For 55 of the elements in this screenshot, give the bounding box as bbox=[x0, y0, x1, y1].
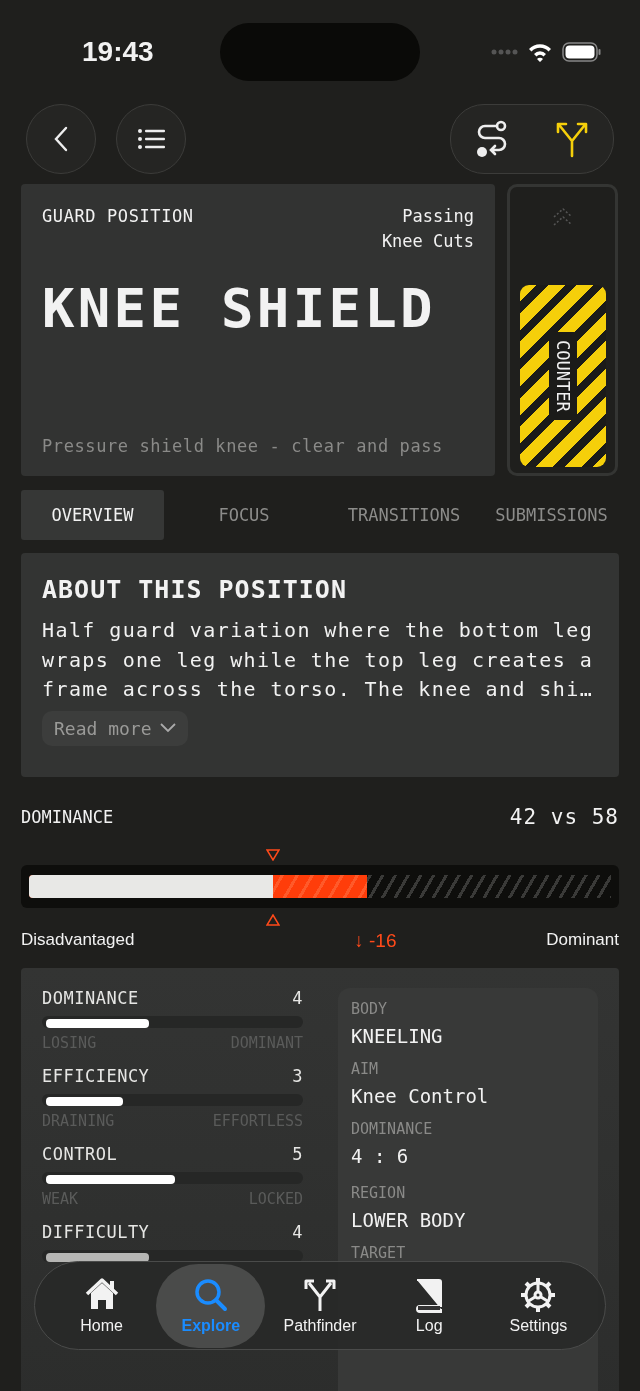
detail-label: REGION bbox=[351, 1184, 407, 1204]
tab-bar-item[interactable]: Settings bbox=[483, 1263, 593, 1348]
change-value: ↓ -16 bbox=[354, 930, 397, 952]
stat-label: DOMINANCE bbox=[42, 988, 139, 1010]
detail-label: BODY bbox=[351, 1000, 389, 1020]
position-title: KNEE SHIELD bbox=[42, 277, 437, 340]
position-subtitle: Pressure shield knee - clear and pass bbox=[42, 436, 444, 456]
list-icon bbox=[137, 128, 165, 150]
search-icon bbox=[192, 1276, 229, 1313]
marker-icon bbox=[266, 849, 281, 861]
battery-icon bbox=[562, 42, 602, 62]
branch-button[interactable] bbox=[555, 120, 589, 158]
detail-label: AIM bbox=[351, 1060, 380, 1080]
stat-label: CONTROL bbox=[42, 1144, 118, 1166]
stat-value: 4 bbox=[292, 1222, 303, 1244]
detail-value: 4 : 6 bbox=[351, 1145, 410, 1169]
section-title: ABOUT THIS POSITION bbox=[42, 575, 348, 604]
read-more-button[interactable]: Read more bbox=[42, 710, 188, 746]
tab-bar-item[interactable]: Home bbox=[47, 1263, 157, 1348]
detail-label: TARGET bbox=[351, 1244, 407, 1264]
dominance-score: 42 vs 58 bbox=[509, 805, 619, 829]
chevron-down-icon bbox=[159, 723, 176, 733]
detail-value: LOWER BODY bbox=[351, 1209, 467, 1233]
tab-bar-item[interactable]: Log bbox=[374, 1263, 484, 1348]
settings-icon bbox=[520, 1276, 557, 1313]
stat-label: EFFICIENCY bbox=[42, 1066, 150, 1088]
marker-icon bbox=[266, 914, 281, 926]
detail-value: Knee Control bbox=[351, 1085, 490, 1109]
wifi-icon bbox=[528, 42, 552, 62]
detail-value: KNEELING bbox=[351, 1025, 444, 1049]
chevron-up-icon bbox=[551, 207, 574, 227]
family-label: Passing bbox=[402, 205, 474, 228]
position-category: GUARD POSITION bbox=[42, 206, 194, 226]
route-button[interactable] bbox=[475, 120, 507, 158]
section-tab[interactable]: OVERVIEW bbox=[21, 490, 164, 540]
description-text: Half guard variation where the bottom leg wraps one leg while the top leg creates a frame across the torso. The knee and shi… bbox=[42, 617, 595, 703]
section-tab[interactable]: TRANSITIONS bbox=[324, 490, 484, 540]
stat-value: 5 bbox=[292, 1144, 303, 1166]
section-tab[interactable]: SUBMISSIONS bbox=[484, 490, 619, 540]
stat-label: DIFFICULTY bbox=[42, 1222, 150, 1244]
route-icon bbox=[475, 120, 507, 158]
counter-label: COUNTER bbox=[548, 332, 577, 420]
stat-value: 4 bbox=[292, 988, 303, 1010]
family-label: Knee Cuts bbox=[381, 230, 474, 253]
stat-value: 3 bbox=[292, 1066, 303, 1088]
fork-arrows-icon bbox=[555, 120, 589, 158]
scale-label: Disadvantaged bbox=[21, 930, 135, 951]
detail-label: DOMINANCE bbox=[351, 1120, 434, 1140]
dominance-label: DOMINANCE bbox=[21, 807, 114, 827]
scale-label: Dominant bbox=[546, 930, 619, 951]
tab-bar-item[interactable]: Pathfinder bbox=[265, 1263, 375, 1348]
section-tab[interactable]: FOCUS bbox=[164, 490, 324, 540]
clock-time: 19:43 bbox=[82, 36, 155, 68]
signal-icon bbox=[491, 48, 518, 56]
back-icon bbox=[53, 126, 69, 152]
